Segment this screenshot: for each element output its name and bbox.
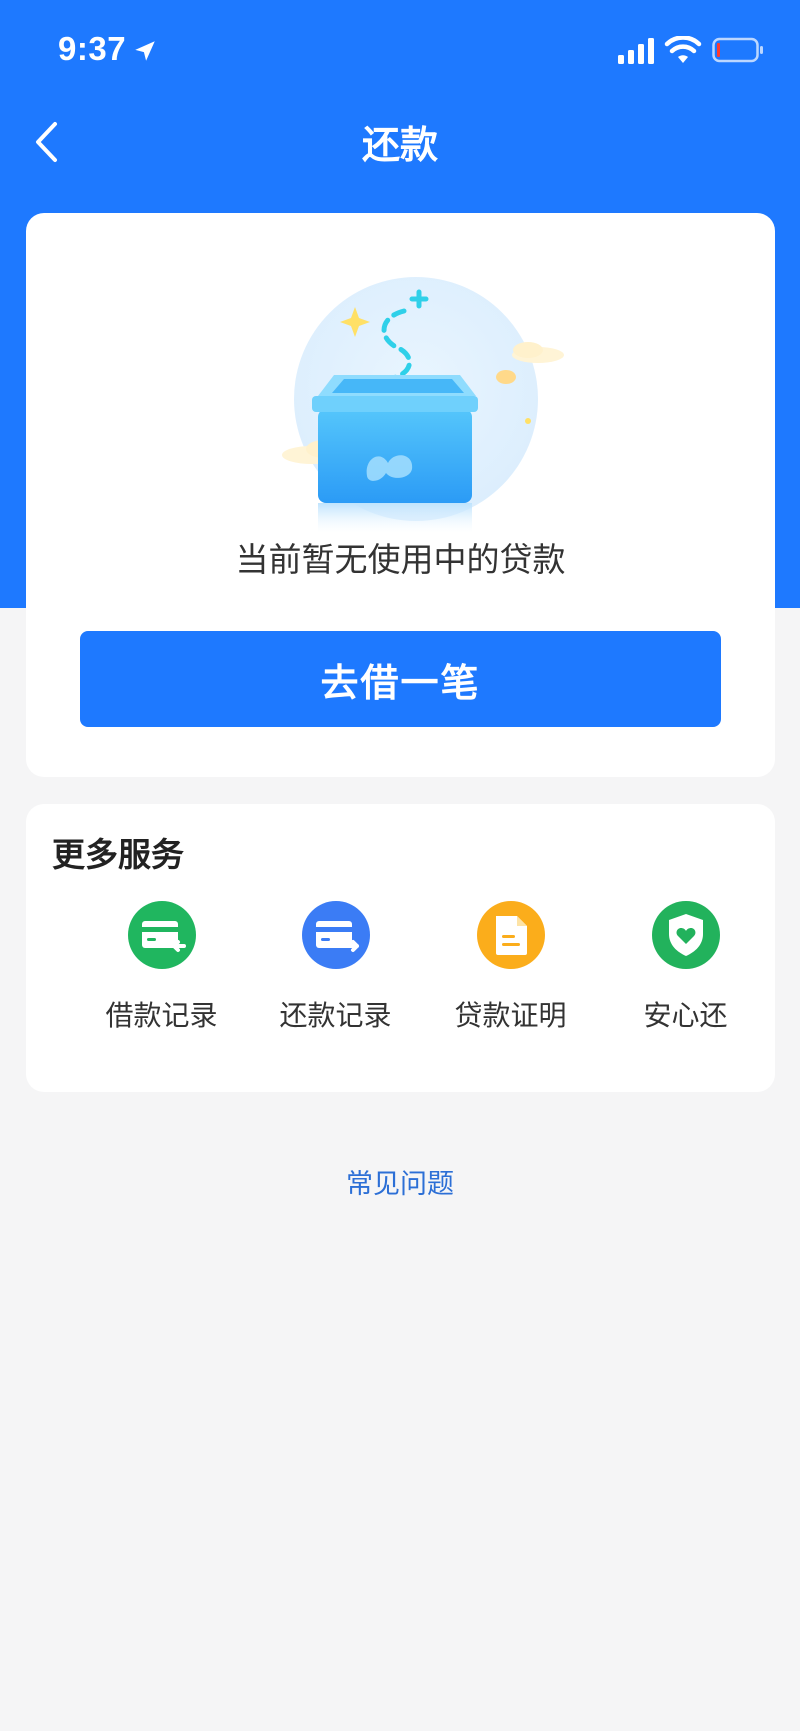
- cellular-signal-icon: [618, 38, 654, 64]
- loan-certificate-icon: [476, 901, 545, 969]
- service-label: 安心还: [643, 999, 728, 1032]
- service-label: 贷款证明: [454, 999, 567, 1032]
- wifi-icon: [664, 36, 702, 63]
- location-arrow-icon: [135, 41, 155, 61]
- service-repay-record[interactable]: 还款记录: [248, 900, 423, 1050]
- borrow-button[interactable]: 去借一笔: [80, 631, 721, 727]
- status-bar: 9:37: [0, 0, 800, 100]
- status-time: 9:37: [58, 30, 127, 67]
- page-title: 还款: [361, 123, 438, 167]
- service-label: 借款记录: [105, 999, 218, 1032]
- borrow-record-icon: [127, 901, 196, 969]
- service-loan-certificate[interactable]: 贷款证明: [423, 900, 598, 1050]
- shield-heart-icon: [651, 901, 720, 969]
- battery-icon: [712, 37, 763, 63]
- repay-record-icon: [301, 901, 370, 969]
- service-label: 还款记录: [279, 999, 392, 1032]
- faq-link[interactable]: 常见问题: [0, 1162, 800, 1201]
- empty-box-illustration: [282, 277, 564, 533]
- more-services-card: 更多服务 借款记录 还款记录 贷款证明 安心还: [26, 804, 775, 1092]
- services-title: 更多服务: [52, 835, 184, 874]
- service-borrow-record[interactable]: 借款记录: [74, 900, 249, 1050]
- loan-status-card: 当前暂无使用中的贷款 去借一笔: [26, 213, 775, 777]
- service-safe-repay[interactable]: 安心还: [598, 900, 773, 1050]
- empty-state-message: 当前暂无使用中的贷款: [235, 540, 566, 579]
